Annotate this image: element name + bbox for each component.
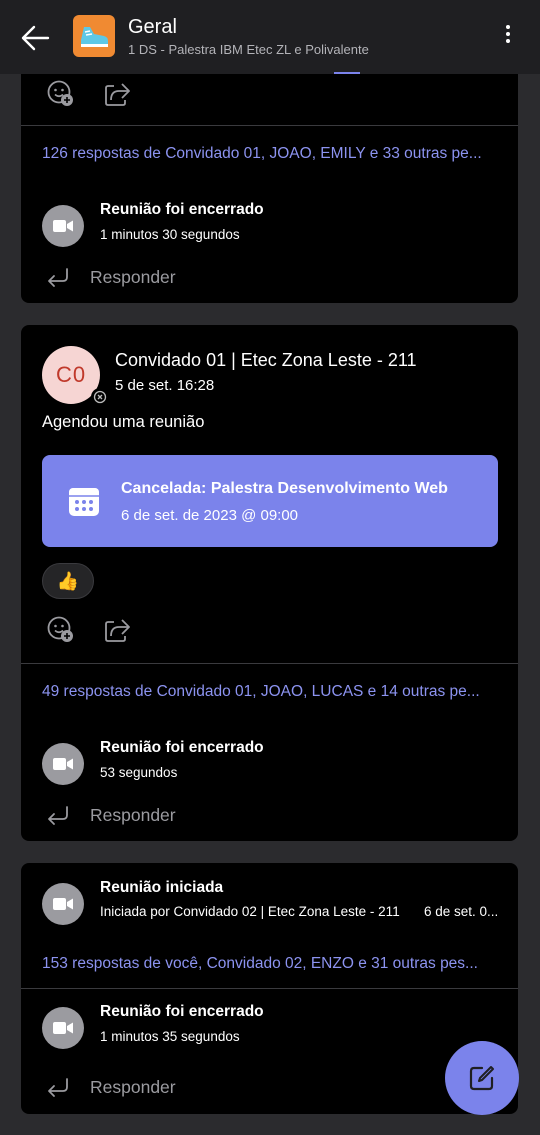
channel-title: Geral [128, 16, 177, 38]
scroll-indicator [334, 72, 360, 74]
video-camera-icon [42, 883, 84, 925]
post-timestamp: 5 de set. 16:28 [115, 377, 215, 394]
event-timestamp: 6 de set. 0... [424, 904, 499, 919]
replies-summary-link[interactable]: 49 respostas de Convidado 01, JOAO, LUCA… [42, 683, 504, 701]
video-camera-icon [42, 205, 84, 247]
message-card-3: Reunião iniciada Iniciada por Convidado … [21, 863, 518, 1114]
meeting-ended-event: Reunião foi encerrado 1 minutos 35 segun… [42, 1003, 502, 1051]
divider [21, 125, 518, 126]
video-camera-icon [42, 743, 84, 785]
message-card-1: 126 respostas de Convidado 01, JOAO, EMI… [21, 54, 518, 303]
post-text: Agendou uma reunião [42, 413, 205, 431]
event-started-by: Iniciada por Convidado 02 | Etec Zona Le… [100, 904, 400, 919]
reply-label: Responder [90, 805, 176, 825]
replies-summary-link[interactable]: 153 respostas de você, Convidado 02, ENZ… [42, 955, 504, 973]
meeting-date: 6 de set. de 2023 @ 09:00 [121, 507, 299, 524]
event-title: Reunião foi encerrado [100, 201, 264, 218]
message-actions [46, 615, 132, 645]
event-title: Reunião foi encerrado [100, 1003, 264, 1020]
meeting-ended-event: Reunião foi encerrado 1 minutos 30 segun… [42, 201, 502, 249]
event-title: Reunião iniciada [100, 879, 224, 896]
replies-summary-link[interactable]: 126 respostas de Convidado 01, JOAO, EMI… [42, 145, 504, 163]
compose-icon [469, 1066, 494, 1091]
message-card-2: C0 Convidado 01 | Etec Zona Leste - 211 … [21, 325, 518, 841]
status-offline-icon [91, 388, 109, 406]
channel-avatar[interactable] [73, 15, 115, 57]
reply-arrow-icon [45, 265, 71, 291]
message-actions [46, 79, 132, 109]
back-arrow-icon[interactable] [18, 20, 54, 56]
reply-label: Responder [90, 1077, 176, 1097]
reply-label: Responder [90, 267, 176, 287]
more-options-icon[interactable] [498, 22, 518, 52]
event-duration: 53 segundos [100, 765, 178, 780]
add-reaction-icon[interactable] [46, 615, 76, 645]
meeting-card[interactable]: Cancelada: Palestra Desenvolvimento Web … [42, 455, 498, 547]
divider [21, 988, 518, 989]
event-duration: 1 minutos 30 segundos [100, 227, 240, 242]
meeting-ended-event: Reunião foi encerrado 53 segundos [42, 739, 502, 787]
reply-arrow-icon [45, 1075, 71, 1101]
event-duration: 1 minutos 35 segundos [100, 1029, 240, 1044]
divider [21, 663, 518, 664]
reaction-thumbs-up[interactable]: 👍 [42, 563, 94, 599]
video-camera-icon [42, 1007, 84, 1049]
calendar-icon [67, 484, 101, 518]
team-subtitle: 1 DS - Palestra IBM Etec ZL e Polivalent… [128, 42, 369, 57]
event-title: Reunião foi encerrado [100, 739, 264, 756]
new-post-button[interactable] [445, 1041, 519, 1115]
app-header: Geral 1 DS - Palestra IBM Etec ZL e Poli… [0, 0, 540, 74]
share-icon[interactable] [102, 79, 132, 109]
meeting-title: Cancelada: Palestra Desenvolvimento Web [121, 480, 448, 497]
meeting-started-event: Reunião iniciada Iniciada por Convidado … [42, 879, 502, 927]
share-icon[interactable] [102, 615, 132, 645]
add-reaction-icon[interactable] [46, 79, 76, 109]
sneaker-icon [81, 27, 108, 47]
post-author[interactable]: Convidado 01 | Etec Zona Leste - 211 [115, 350, 417, 371]
reply-arrow-icon [45, 803, 71, 829]
